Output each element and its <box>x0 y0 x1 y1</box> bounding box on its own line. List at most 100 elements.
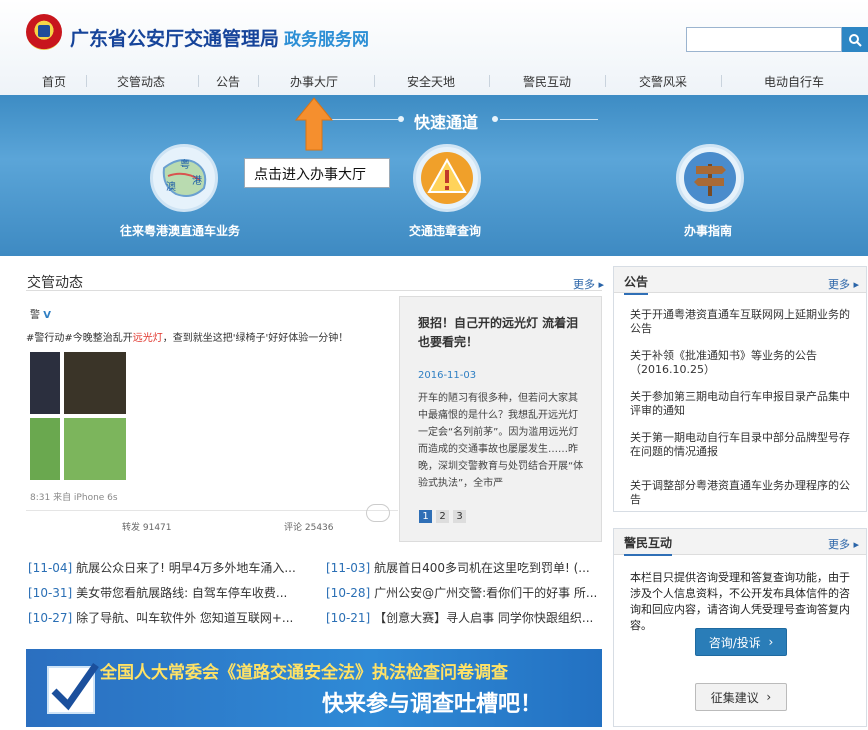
police-emblem-logo <box>26 14 62 50</box>
suggestion-button-label: 征集建议 <box>710 690 759 705</box>
title-dot <box>492 116 498 122</box>
pager-3[interactable]: 3 <box>453 510 466 523</box>
notice-item[interactable]: 关于补领《批准通知书》等业务的公告（2016.10.25） <box>630 349 852 377</box>
news-date: [10-28] <box>326 586 371 600</box>
weibo-screenshot[interactable]: 警 V #警行动#今晚整治乱开远光灯，查到就坐这把'绿椅子'好好体验一分钟！ 8… <box>26 296 400 542</box>
nav-ebike[interactable]: 电动自行车 <box>764 73 824 90</box>
nav-safety[interactable]: 安全天地 <box>407 73 455 90</box>
signpost-icon <box>684 152 736 204</box>
weibo-divider <box>26 510 398 511</box>
weibo-logo-icon <box>366 504 390 522</box>
news-text: 航展公众日来了! 明早4万多外地车涌入... <box>76 561 296 575</box>
nav-notice[interactable]: 公告 <box>216 73 240 90</box>
nav-divider <box>721 75 722 87</box>
news-text: 航展首日400多司机在这里吃到罚单! (... <box>374 561 590 575</box>
notice-item[interactable]: 关于调整部分粤港资直通车业务办理程序的公告 <box>630 479 852 507</box>
map-icon: 粤 港 澳 <box>162 158 207 197</box>
news-date: [10-21] <box>326 611 371 625</box>
nav-divider <box>86 75 87 87</box>
interaction-title: 警民互动 <box>624 534 673 556</box>
main-nav: 首页 交管动态 公告 办事大厅 安全天地 警民互动 交警风采 电动自行车 <box>0 68 868 94</box>
service-hall-tooltip: 点击进入办事大厅 <box>244 158 390 188</box>
nav-divider <box>374 75 375 87</box>
consult-complaint-button[interactable]: 咨询/投诉 › <box>695 628 787 656</box>
weibo-reposts: 转发 91471 <box>122 523 172 533</box>
news-date: [10-27] <box>28 611 73 625</box>
news-list-item[interactable]: [11-04] 航展公众日来了! 明早4万多外地车涌入... <box>28 559 306 576</box>
nav-home[interactable]: 首页 <box>42 73 66 90</box>
consult-button-label: 咨询/投诉 <box>708 635 761 650</box>
weibo-meta: 8:31 来自 iPhone 6s <box>30 493 118 503</box>
search-input[interactable] <box>686 27 842 52</box>
photo-thumbnail <box>64 352 126 414</box>
feature-news-date: 2016-11-03 <box>418 370 477 381</box>
interaction-more-label: 更多 <box>828 538 850 551</box>
nav-service-hall[interactable]: 办事大厅 <box>290 73 338 90</box>
quick-link-guide[interactable]: 办事指南 <box>684 222 732 239</box>
news-text: 【创意大赛】寻人启事 同学你快跟组织... <box>374 611 594 625</box>
site-subtitle: 政务服务网 <box>284 30 369 50</box>
guide-icon[interactable] <box>676 144 744 212</box>
notice-panel <box>613 266 867 512</box>
quick-link-violation[interactable]: 交通违章查询 <box>409 222 481 239</box>
notice-more-label: 更多 <box>828 278 850 291</box>
news-list-item[interactable]: [10-21] 【创意大赛】寻人启事 同学你快跟组织... <box>326 609 602 626</box>
section-divider <box>26 290 602 291</box>
chevron-right-icon: › <box>768 635 774 649</box>
survey-headline: 全国人大常委会《道路交通安全法》执法检查问卷调查 <box>100 663 508 683</box>
feature-news-title[interactable]: 狠招！自己开的远光灯 流着泪也要看完！ <box>418 314 588 352</box>
quick-access-title: 快速通道 <box>414 113 479 132</box>
nav-divider <box>605 75 606 87</box>
photo-thumbnail <box>64 418 126 480</box>
title-dot <box>398 116 404 122</box>
map-label-macau: 澳 <box>166 180 176 193</box>
notice-title: 公告 <box>624 273 649 295</box>
search-button[interactable] <box>842 27 868 52</box>
news-list-item[interactable]: [10-31] 美女带您看航展路线: 自驾车停车收费... <box>28 584 306 601</box>
nav-news[interactable]: 交管动态 <box>117 73 165 90</box>
interaction-more-link[interactable]: 更多 ▸ <box>828 536 859 552</box>
search-icon <box>849 33 862 47</box>
checkmark-icon <box>47 662 99 714</box>
photo-thumbnail <box>30 352 60 414</box>
hk-macau-map-icon[interactable]: 粤 港 澳 <box>150 144 218 212</box>
warning-icon <box>421 152 473 204</box>
news-date: [11-03] <box>326 561 371 575</box>
news-list-item[interactable]: [10-27] 除了导航、叫车软件外 您知道互联网+... <box>28 609 306 626</box>
news-section-title: 交管动态 <box>27 275 83 291</box>
nav-police-style[interactable]: 交警风采 <box>639 73 687 90</box>
notice-more-link[interactable]: 更多 ▸ <box>828 276 859 292</box>
news-text: 广州公安@广州交警:看你们干的好事 所... <box>374 586 598 600</box>
notice-item[interactable]: 关于开通粤港资直通车互联网网上延期业务的公告 <box>630 308 852 336</box>
weibo-verified-icon: 警 V <box>30 310 51 321</box>
suggestion-button[interactable]: 征集建议 › <box>695 683 787 711</box>
news-date: [11-04] <box>28 561 73 575</box>
nav-divider <box>198 75 199 87</box>
nav-interaction[interactable]: 警民互动 <box>523 73 571 90</box>
up-arrow-icon <box>294 97 334 151</box>
violation-query-icon[interactable] <box>413 144 481 212</box>
weibo-caption-highlight: 远光灯 <box>132 333 163 344</box>
site-title[interactable]: 广东省公安厅交通管理局 <box>70 24 279 51</box>
feature-news-summary: 开车的陋习有很多种，但若问大家其中最痛恨的是什么？我想乱开远光灯一定会“名列前茅… <box>418 393 584 489</box>
notice-item[interactable]: 关于参加第三期电动自行车申报目录产品集中评审的通知 <box>630 390 852 418</box>
news-list-item[interactable]: [10-28] 广州公安@广州交警:看你们干的好事 所... <box>326 584 602 601</box>
interaction-description: 本栏目只提供咨询受理和答复查询功能，由于涉及个人信息资料，不公开发布具体信件的咨… <box>630 571 850 632</box>
news-text: 除了导航、叫车软件外 您知道互联网+... <box>76 611 294 625</box>
pager-1[interactable]: 1 <box>419 510 432 523</box>
photo-thumbnail <box>30 418 60 480</box>
weibo-caption: #警行动#今晚整治乱开远光灯，查到就坐这把'绿椅子'好好体验一分钟！ <box>26 329 398 344</box>
map-label-hongkong: 港 <box>192 175 202 187</box>
pager-2[interactable]: 2 <box>436 510 449 523</box>
chevron-right-icon: › <box>766 690 772 704</box>
notice-item[interactable]: 关于第一期电动自行车目录中部分品牌型号存在问题的情况通报 <box>630 431 852 459</box>
survey-call-to-action: 快来参与调查吐槽吧！ <box>322 692 543 717</box>
quick-link-hk-macau[interactable]: 往来粤港澳直通车业务 <box>120 222 240 239</box>
news-text: 美女带您看航展路线: 自驾车停车收费... <box>76 586 288 600</box>
nav-divider <box>258 75 259 87</box>
news-list-item[interactable]: [11-03] 航展首日400多司机在这里吃到罚单! (... <box>326 559 602 576</box>
map-label-guangdong: 粤 <box>180 158 190 171</box>
news-date: [10-31] <box>28 586 73 600</box>
weibo-comments: 评论 25436 <box>284 523 334 533</box>
nav-divider <box>489 75 490 87</box>
